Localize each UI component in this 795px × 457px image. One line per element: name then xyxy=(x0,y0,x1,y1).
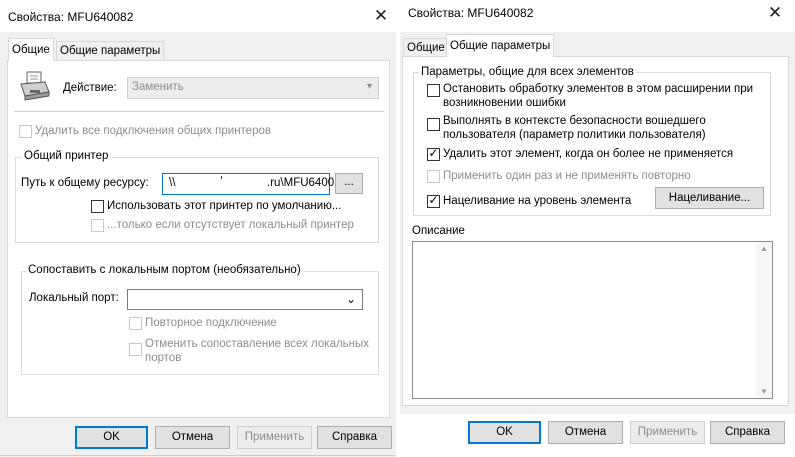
local-port-select[interactable]: ⌄ xyxy=(127,289,363,310)
properties-dialog-common: Свойства: MFU640082 ✕ Общие Общие параме… xyxy=(400,0,795,414)
remove-checkbox[interactable]: ✓ xyxy=(427,146,440,161)
only-if-checkbox[interactable] xyxy=(91,219,104,232)
stop-on-error-label: Остановить обработку элементов в этом ра… xyxy=(443,83,754,109)
default-printer-label: Использовать этот принтер по умолчанию..… xyxy=(107,200,342,212)
title-bar: Свойства: MFU640082 ✕ xyxy=(0,0,396,32)
local-port-label: Локальный порт: xyxy=(29,292,119,304)
default-printer-checkbox[interactable] xyxy=(91,200,104,213)
scrollbar[interactable]: ▲ ▼ xyxy=(756,242,772,398)
unmap-all-label: Отменить сопоставление всех локальных по… xyxy=(145,338,370,364)
action-label: Действие: xyxy=(63,82,117,94)
chevron-down-icon: ▾ xyxy=(366,81,372,92)
shared-printer-group-title: Общий принтер xyxy=(22,150,111,162)
tab-general[interactable]: Общие xyxy=(8,38,54,61)
apply-once-checkbox[interactable] xyxy=(427,170,440,183)
window-title: Свойства: MFU640082 xyxy=(8,10,134,24)
reconnect-label: Повторное подключение xyxy=(145,317,277,329)
divider xyxy=(14,111,384,112)
unmap-all-checkbox[interactable] xyxy=(129,343,142,356)
tab-general[interactable]: Общие xyxy=(403,38,449,57)
stop-on-error-checkbox[interactable] xyxy=(427,84,440,97)
scroll-up-icon[interactable]: ▲ xyxy=(760,244,768,253)
apply-button[interactable]: Применить xyxy=(237,426,312,449)
help-button[interactable]: Справка xyxy=(317,426,392,449)
share-path-label: Путь к общему ресурсу: xyxy=(21,177,149,189)
ok-button[interactable]: OK xyxy=(468,421,541,444)
close-icon[interactable]: ✕ xyxy=(766,4,784,22)
tab-panel-common: Параметры, общие для всех элементов Оста… xyxy=(402,56,789,406)
properties-dialog-general: Свойства: MFU640082 ✕ Общие Общие параме… xyxy=(0,0,396,457)
remove-label: Удалить этот элемент, когда он более не … xyxy=(443,148,734,160)
apply-button[interactable]: Применить xyxy=(630,421,705,444)
only-if-label: ...только если отсутствует локальный при… xyxy=(107,219,354,231)
user-context-checkbox[interactable] xyxy=(427,118,440,131)
printer-icon xyxy=(20,71,50,101)
bottom-edge xyxy=(0,455,396,456)
title-bar: Свойства: MFU640082 ✕ xyxy=(400,0,795,32)
apply-once-label: Применить один раз и не применять повтор… xyxy=(443,170,691,182)
targeting-checkbox[interactable]: ✓ xyxy=(427,193,440,208)
cancel-button[interactable]: Отмена xyxy=(548,421,623,444)
cancel-button[interactable]: Отмена xyxy=(155,426,230,449)
delete-all-label: Удалить все подключения общих принтеров xyxy=(35,125,271,137)
delete-all-checkbox[interactable] xyxy=(19,125,32,138)
common-params-group-title: Параметры, общие для всех элементов xyxy=(419,66,636,78)
tab-panel-general: Действие: Заменить ▾ Удалить все подключ… xyxy=(7,60,390,418)
tab-common-params[interactable]: Общие параметры xyxy=(446,34,555,57)
close-icon[interactable]: ✕ xyxy=(372,7,390,25)
help-button[interactable]: Справка xyxy=(710,421,785,444)
description-textarea[interactable]: ▲ ▼ xyxy=(412,241,773,399)
user-context-label: Выполнять в контексте безопасности вошед… xyxy=(443,115,706,141)
share-path-input[interactable]: \\ .ru\MFU6400 xyxy=(162,173,334,195)
action-select[interactable]: Заменить ▾ xyxy=(127,77,379,99)
description-label: Описание xyxy=(412,225,465,237)
window-title: Свойства: MFU640082 xyxy=(408,6,534,20)
scroll-down-icon[interactable]: ▼ xyxy=(760,387,768,396)
tab-common-params[interactable]: Общие параметры xyxy=(56,41,165,60)
chevron-down-icon: ⌄ xyxy=(345,292,356,306)
ok-button[interactable]: OK xyxy=(75,426,148,449)
browse-button[interactable]: ... xyxy=(335,173,363,194)
reconnect-checkbox[interactable] xyxy=(129,317,142,330)
targeting-button[interactable]: Нацеливание... xyxy=(655,187,764,209)
map-port-group-title: Сопоставить с локальным портом (необязат… xyxy=(26,264,303,276)
targeting-label: Нацеливание на уровень элемента xyxy=(443,195,632,207)
